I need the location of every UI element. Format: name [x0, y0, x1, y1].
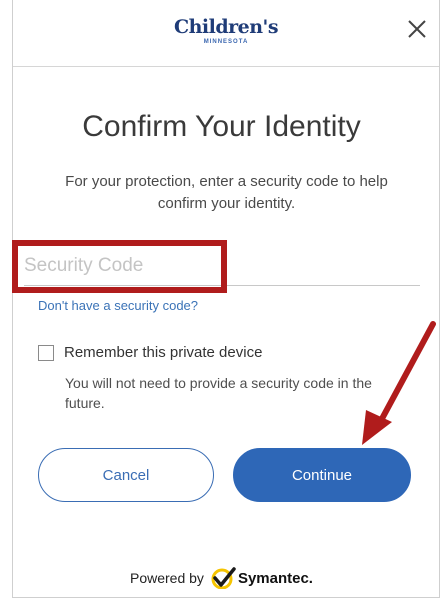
- powered-by: Powered by Symantec.: [0, 567, 443, 589]
- logo-subtitle: MINNESOTA: [203, 39, 249, 45]
- remember-device-checkbox[interactable]: Remember this private device: [38, 344, 262, 361]
- remember-device-label: Remember this private device: [64, 344, 263, 361]
- remember-device-help: You will not need to provide a security …: [65, 375, 372, 411]
- symantec-brand: Symantec.: [237, 569, 313, 587]
- powered-by-label: Powered by: [130, 570, 204, 586]
- header-bar: Children's MINNESOTA: [13, 0, 439, 67]
- continue-button[interactable]: Continue: [233, 448, 411, 502]
- annotation-highlight-box: [12, 240, 227, 293]
- close-icon[interactable]: [404, 16, 430, 42]
- no-security-code-link[interactable]: Don't have a security code?: [38, 298, 198, 313]
- checkbox-box[interactable]: [38, 344, 54, 361]
- page-title: Confirm Your Identity: [82, 110, 361, 143]
- logo-name: Children's: [173, 16, 279, 38]
- cancel-button[interactable]: Cancel: [38, 448, 214, 502]
- childrens-logo: Children's MINNESOTA: [13, 16, 439, 45]
- page-description: For your protection, enter a security co…: [65, 173, 388, 212]
- symantec-check-icon: [211, 567, 236, 589]
